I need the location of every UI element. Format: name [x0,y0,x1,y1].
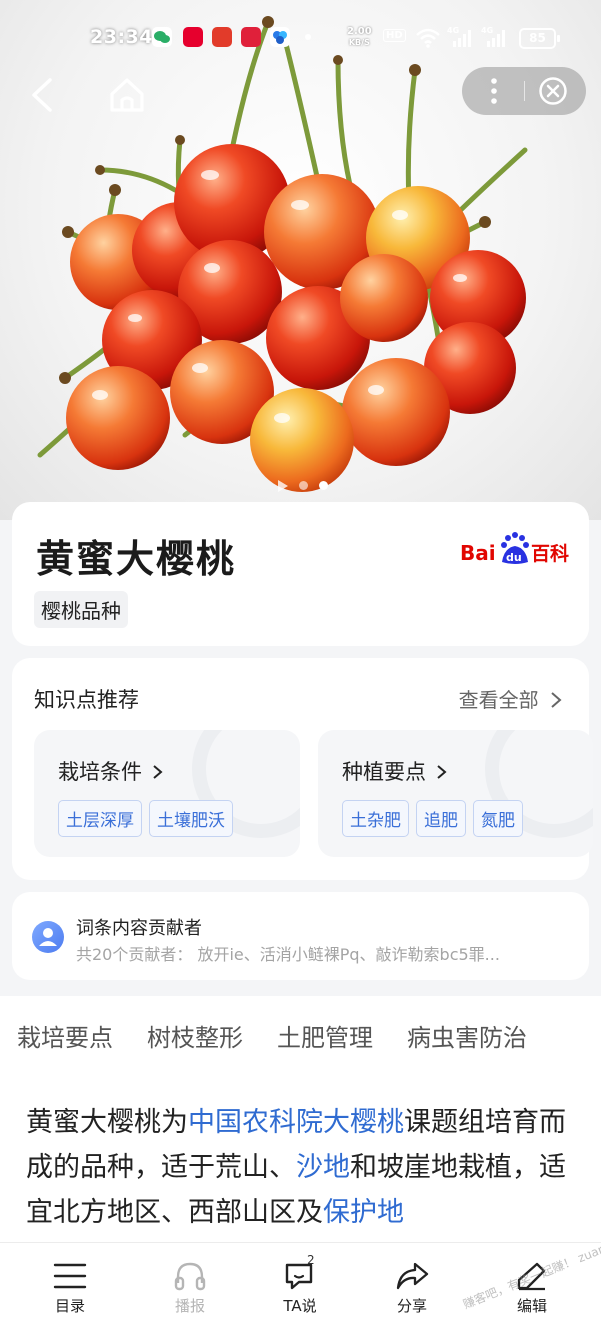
chevron-right-icon [551,692,562,708]
app-notification-icon [183,27,203,47]
share-arrow-icon [396,1262,429,1290]
catalog-label: 目录 [54,1297,85,1315]
carousel-dot-active[interactable] [319,481,329,490]
contributors-list: 共20个贡献者： 放开ie、活消小鲢裸Pq、敲诈勒索bc5罪... [76,945,500,964]
signal-bars-icon [453,30,471,47]
video-play-indicator[interactable] [278,479,288,492]
view-all-link[interactable]: 查看全部 [459,684,563,713]
view-all-label: 查看全部 [458,688,539,712]
signal-bars-icon [487,30,505,47]
knowledge-box-title: 种植要点 [342,756,448,786]
hero-image[interactable]: 23:34 2.00 KB/S HD 4G 4G 85 [0,0,601,520]
comment-count-badge: 2 [307,1253,315,1267]
carousel-indicator [278,475,334,492]
broadcast-button[interactable]: 播报 [150,1261,230,1316]
knowledge-box-title-text: 栽培条件 [58,760,142,784]
knowledge-tag[interactable]: 土杂肥 [342,800,409,837]
logo-text-du: du [506,551,522,564]
status-bar: 23:34 2.00 KB/S HD 4G 4G 85 [0,20,601,56]
para-text: 黄蜜大樱桃为 [26,1107,188,1138]
app-notification-icon [270,27,290,47]
wechat-icon [152,27,172,47]
chevron-right-icon [153,765,163,779]
tab-soil-fertilizer[interactable]: 土肥管理 [277,1018,373,1053]
page-title: 黄蜜大樱桃 [36,537,237,581]
knowledge-tags: 土杂肥 追肥 氮肥 [342,800,530,837]
knowledge-box-title-text: 种植要点 [342,760,426,784]
tabs-fade-overlay [541,1014,601,1054]
link-sandy-land[interactable]: 沙地 [296,1152,350,1183]
tab-cultivation-points[interactable]: 栽培要点 [17,1018,113,1053]
knowledge-tag[interactable]: 土层深厚 [58,800,142,837]
back-arrow-icon[interactable] [20,72,66,118]
logo-text-baike: 百科 [531,542,569,565]
ta-says-button[interactable]: 2 TA说 [260,1253,340,1316]
broadcast-label: 播报 [174,1297,205,1315]
knowledge-tag[interactable]: 追肥 [416,800,466,837]
knowledge-box-cultivation[interactable]: 栽培条件 土层深厚 土壤肥沃 [34,730,300,857]
network-speed: 2.00 KB/S [347,26,372,48]
tab-branch-shaping[interactable]: 树枝整形 [147,1018,243,1053]
app-notification-icon [212,27,232,47]
contributors-title: 词条内容贡献者 [76,918,202,939]
share-label: 分享 [396,1297,427,1315]
edit-label: 编辑 [516,1297,547,1315]
category-tag[interactable]: 樱桃品种 [34,591,128,628]
contributors-card[interactable]: 词条内容贡献者 共20个贡献者： 放开ie、活消小鲢裸Pq、敲诈勒索bc5罪..… [12,892,589,980]
app-notification-icon [241,27,261,47]
knowledge-box-planting[interactable]: 种植要点 土杂肥 追肥 氮肥 [318,730,593,857]
share-button[interactable]: 分享 [372,1261,452,1316]
section-tabs: 栽培要点 树枝整形 土肥管理 病虫害防治 [17,1018,601,1053]
home-icon[interactable] [104,72,150,118]
more-options-icon[interactable] [476,73,512,109]
knowledge-points-card: 知识点推荐 查看全部 栽培条件 土层深厚 土壤肥沃 种植要点 土杂肥 追肥 氮肥 [12,658,593,880]
clock: 23:34 [90,26,153,48]
knowledge-box-title: 栽培条件 [58,756,164,786]
capsule-divider [524,81,525,101]
net-speed-unit: KB/S [348,38,370,47]
contributor-avatar-icon [32,921,64,953]
headphones-icon [174,1262,206,1291]
entry-title-card: 黄蜜大樱桃 樱桃品种 Bai du 百科 [12,502,589,646]
logo-text-bai: Bai [460,541,496,565]
list-icon [53,1263,87,1289]
hd-badge: HD [383,29,406,42]
carousel-dot[interactable] [299,481,309,490]
chevron-right-icon [437,765,447,779]
link-caas-cherry[interactable]: 中国农科院大樱桃 [188,1107,404,1138]
link-protected-land[interactable]: 保护地 [323,1197,404,1228]
knowledge-tag[interactable]: 土壤肥沃 [149,800,233,837]
intro-paragraph: 黄蜜大樱桃为中国农科院大樱桃课题组培育而成的品种，适于荒山、沙地和坡崖地栽植，适… [26,1100,581,1235]
knowledge-tag[interactable]: 氮肥 [473,800,523,837]
knowledge-tags: 土层深厚 土壤肥沃 [58,800,240,837]
tab-pest-control[interactable]: 病虫害防治 [407,1018,527,1053]
ta-says-label: TA说 [283,1297,317,1315]
knowledge-section-title: 知识点推荐 [34,688,139,712]
close-icon[interactable] [538,76,568,106]
wifi-icon [416,28,440,48]
battery-indicator: 85 [519,28,560,49]
net-speed-value: 2.00 [347,26,372,37]
catalog-button[interactable]: 目录 [30,1261,110,1316]
more-notifications-dot [305,34,311,40]
baidu-baike-logo: Bai du 百科 [460,532,569,565]
capsule-menu [462,67,586,115]
article-content: 栽培要点 树枝整形 土肥管理 病虫害防治 黄蜜大樱桃为中国农科院大樱桃课题组培育而成的… [0,996,601,1256]
